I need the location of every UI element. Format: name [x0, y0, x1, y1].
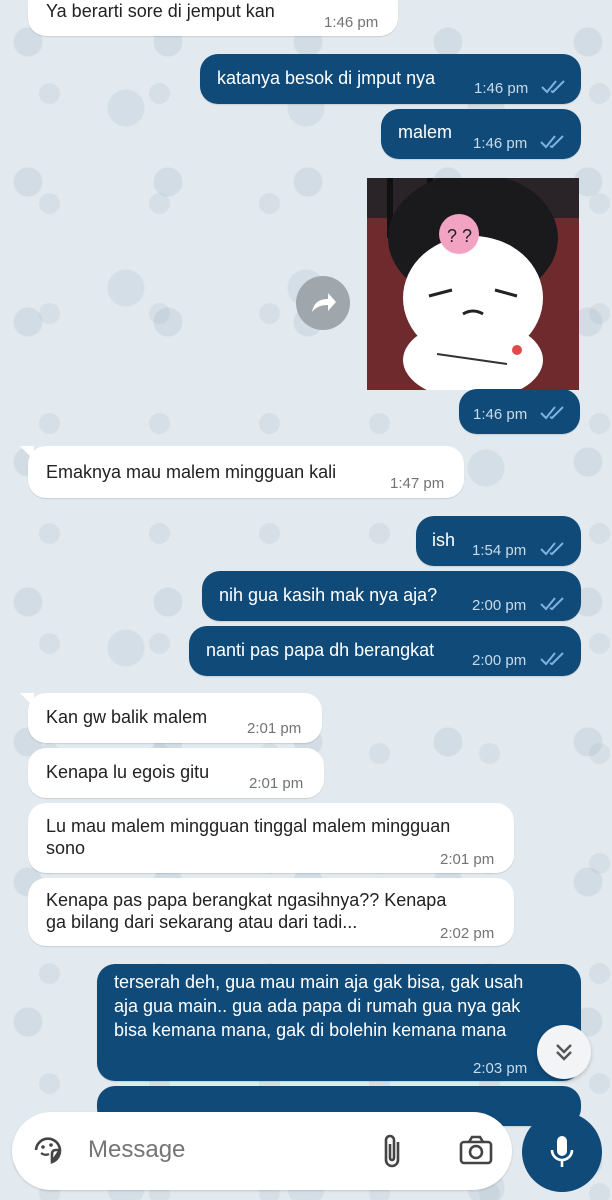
message-text: ish	[432, 530, 456, 550]
message-text: katanya besok di jmput nya	[217, 68, 436, 88]
double-check-icon	[539, 595, 567, 611]
double-check-icon	[539, 133, 567, 149]
message-time: 1:54 pm	[472, 542, 527, 559]
message-outgoing[interactable]: terserah deh, gua mau main aja gak bisa,…	[97, 964, 581, 1081]
message-time: 2:01 pm	[249, 775, 304, 792]
message-incoming[interactable]: Kan gw balik malem 2:01 pm	[20, 693, 322, 743]
message-time: 2:01 pm	[247, 720, 302, 737]
forward-icon	[312, 293, 336, 312]
message-input[interactable]	[88, 1136, 348, 1164]
message-text: nih gua kasih mak nya aja?	[219, 585, 438, 605]
message-text: terserah deh, gua mau main aja gak bisa,…	[114, 972, 524, 1040]
message-text: Kan gw balik malem	[46, 707, 208, 727]
message-incoming[interactable]: Ya berarti sore di jemput kan 1:46 pm	[28, 0, 398, 36]
message-outgoing[interactable]: malem 1:46 pm	[381, 109, 581, 159]
scroll-down-button[interactable]	[537, 1025, 591, 1079]
message-time: 2:02 pm	[440, 925, 495, 942]
sticker-icon[interactable]	[30, 1132, 66, 1173]
message-time: 1:46 pm	[473, 135, 528, 152]
message-outgoing[interactable]: nanti pas papa dh berangkat 2:00 pm	[189, 626, 581, 676]
double-check-icon	[539, 540, 567, 556]
message-text: Kenapa pas papa berangkat ngasihnya?? Ke…	[46, 890, 447, 932]
message-text: Lu mau malem mingguan tinggal malem ming…	[46, 816, 451, 858]
microphone-icon	[550, 1136, 574, 1167]
chevron-double-down-icon	[556, 1044, 572, 1061]
message-outgoing[interactable]: nih gua kasih mak nya aja? 2:00 pm	[202, 571, 581, 621]
message-time: 2:01 pm	[440, 851, 495, 868]
message-outgoing[interactable]: katanya besok di jmput nya 1:46 pm	[200, 54, 581, 104]
message-incoming[interactable]: Lu mau malem mingguan tinggal malem ming…	[28, 803, 514, 873]
paperclip-icon[interactable]	[378, 1132, 406, 1175]
message-text: malem	[398, 122, 453, 142]
message-incoming[interactable]: Kenapa pas papa berangkat ngasihnya?? Ke…	[28, 878, 514, 946]
message-text: Emaknya mau malem mingguan kali	[46, 462, 337, 482]
message-incoming[interactable]: Kenapa lu egois gitu 2:01 pm	[28, 748, 324, 798]
image-timestamp-bubble: 1:46 pm	[459, 389, 580, 434]
camera-icon[interactable]	[458, 1134, 494, 1171]
double-check-icon	[540, 78, 568, 94]
double-check-icon	[539, 404, 567, 420]
svg-text:? ?: ? ?	[447, 226, 472, 246]
message-time: 1:46 pm	[324, 14, 379, 31]
double-check-icon	[539, 650, 567, 666]
voice-record-button[interactable]	[522, 1112, 602, 1192]
message-time: 2:00 pm	[472, 597, 527, 614]
message-time: 1:46 pm	[474, 80, 529, 97]
message-composer[interactable]	[12, 1112, 512, 1190]
message-text: Kenapa lu egois gitu	[46, 762, 210, 782]
message-time: 2:00 pm	[472, 652, 527, 669]
message-text: nanti pas papa dh berangkat	[206, 640, 435, 660]
forward-button[interactable]	[296, 276, 350, 330]
message-outgoing[interactable]: ish 1:54 pm	[416, 516, 581, 566]
message-time: 2:03 pm	[473, 1060, 528, 1077]
message-time: 1:47 pm	[390, 475, 445, 492]
sticker-image[interactable]: ? ?	[367, 178, 579, 390]
message-text: Ya berarti sore di jemput kan	[46, 1, 275, 21]
message-incoming[interactable]: Emaknya mau malem mingguan kali 1:47 pm	[20, 446, 464, 498]
message-time: 1:46 pm	[473, 406, 528, 423]
